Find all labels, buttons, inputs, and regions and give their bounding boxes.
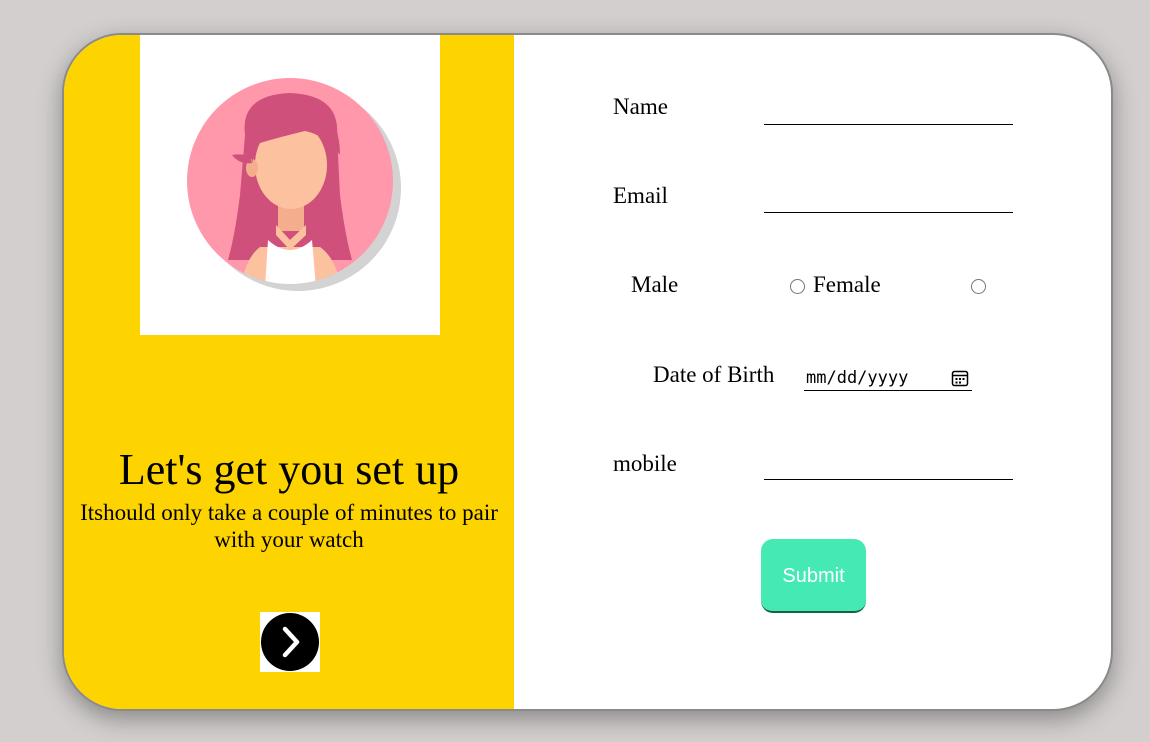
woman-avatar-icon	[187, 78, 401, 291]
email-input[interactable]	[764, 186, 1013, 213]
setup-subtext: Itshould only take a couple of minutes t…	[80, 500, 498, 552]
dob-label: Date of Birth	[653, 362, 775, 387]
mobile-input[interactable]	[764, 453, 1013, 480]
dob-input[interactable]: mm/dd/yyyy	[804, 367, 972, 391]
avatar	[140, 35, 440, 335]
left-panel: Let's get you set up Itshould only take …	[64, 35, 514, 709]
setup-headline: Let's get you set up	[118, 445, 460, 494]
female-label: Female	[813, 272, 881, 297]
mobile-label: mobile	[613, 451, 677, 476]
signup-form: Name Email Male Female Date of Birth mm/…	[514, 35, 1111, 709]
setup-card: Let's get you set up Itshould only take …	[62, 33, 1113, 711]
next-button[interactable]	[260, 612, 320, 672]
name-input[interactable]	[764, 98, 1013, 125]
male-radio[interactable]	[790, 279, 805, 294]
name-label: Name	[613, 94, 668, 119]
dob-placeholder: mm/dd/yyyy	[806, 368, 909, 388]
chevron-right-icon	[261, 613, 319, 671]
male-label: Male	[631, 272, 679, 297]
submit-button[interactable]: Submit	[761, 539, 866, 613]
email-label: Email	[613, 183, 668, 208]
female-radio[interactable]	[971, 279, 986, 294]
calendar-icon[interactable]	[951, 369, 969, 387]
